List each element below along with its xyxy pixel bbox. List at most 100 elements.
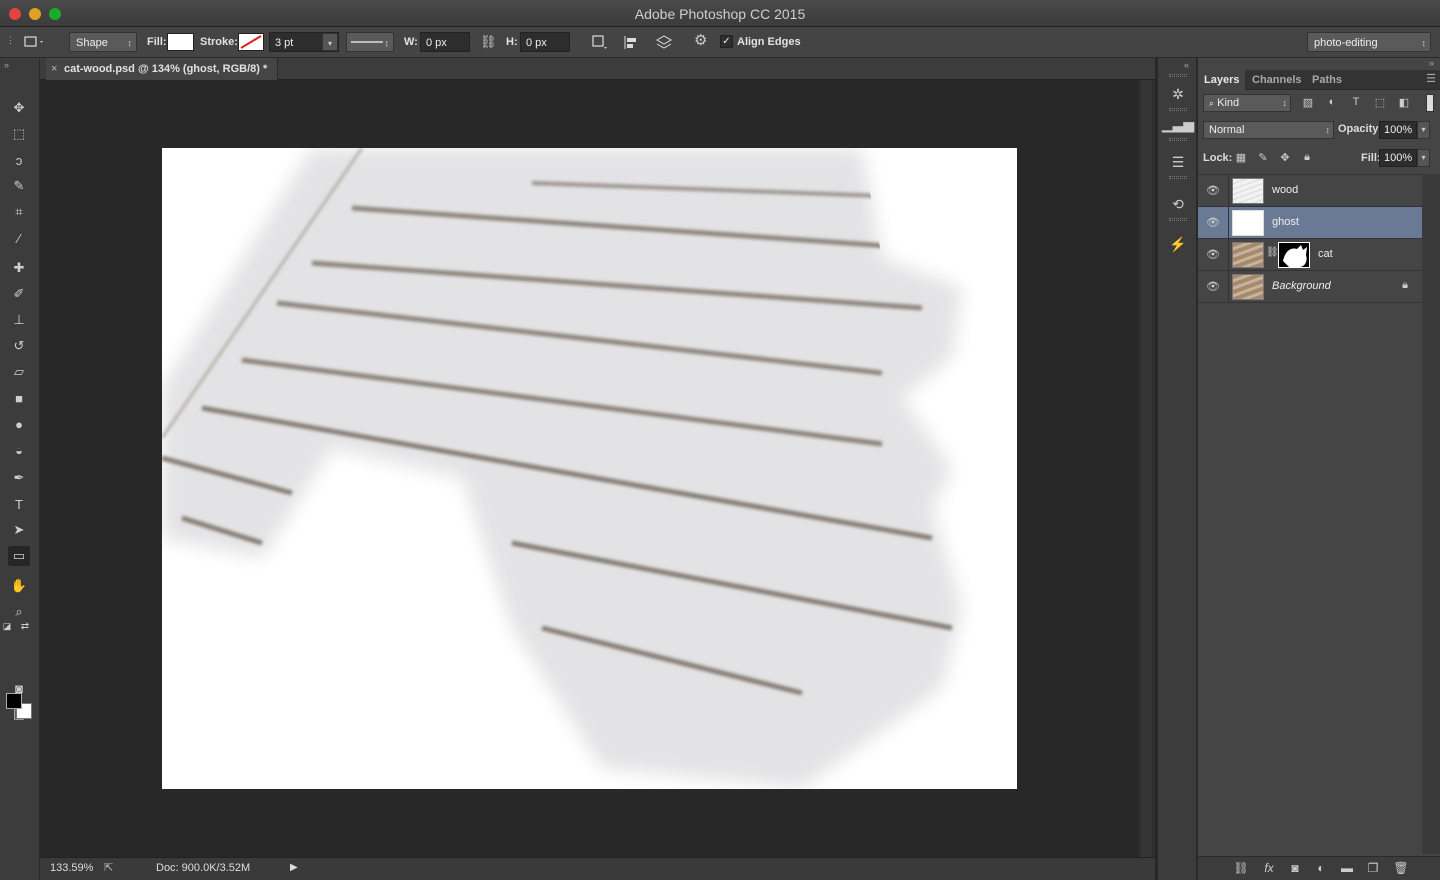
- hand-tool[interactable]: ✋: [8, 576, 30, 596]
- layer-row-wood[interactable]: 👁︎ wood: [1198, 175, 1422, 207]
- lasso-tool[interactable]: ↄ: [8, 150, 30, 170]
- collapse-tools-icon[interactable]: »: [4, 60, 9, 70]
- gradient-tool[interactable]: ■: [8, 388, 30, 408]
- brush-tool[interactable]: ✐: [8, 284, 30, 304]
- swap-colors-icon[interactable]: ⇄: [18, 616, 32, 636]
- tab-paths[interactable]: Paths: [1306, 70, 1348, 90]
- history-brush-tool[interactable]: ↺: [8, 336, 30, 356]
- tab-layers[interactable]: Layers: [1198, 70, 1246, 90]
- lock-image-pixels-icon[interactable]: ✎: [1256, 151, 1270, 165]
- trash-icon[interactable]: 🗑︎: [1392, 861, 1410, 877]
- pixel-filter-icon[interactable]: ▨: [1300, 96, 1316, 110]
- lock-transparent-pixels-icon[interactable]: ▦: [1234, 151, 1248, 165]
- new-layer-icon[interactable]: ❐: [1364, 861, 1382, 877]
- new-group-icon[interactable]: ▬: [1338, 861, 1356, 877]
- status-menu-arrow-icon[interactable]: ▶: [290, 862, 298, 873]
- healing-brush-tool[interactable]: ✚: [8, 258, 30, 278]
- zoom-level[interactable]: 133.59%: [50, 862, 93, 874]
- dock-grip[interactable]: [1169, 108, 1187, 111]
- close-document-icon[interactable]: ×: [51, 58, 57, 80]
- stroke-size-arrow-icon[interactable]: ▾: [322, 33, 338, 51]
- panel-menu-icon[interactable]: ☰: [1426, 72, 1436, 85]
- path-arrangement-icon[interactable]: [654, 34, 673, 50]
- blur-tool[interactable]: ●: [8, 414, 30, 434]
- collapse-dock-icon[interactable]: «: [1184, 60, 1189, 70]
- smart-object-filter-icon[interactable]: ◧: [1396, 96, 1412, 110]
- layer-thumbnail[interactable]: [1232, 178, 1264, 204]
- layer-filter-dropdown[interactable]: ⌕ Kind: [1203, 94, 1291, 112]
- add-mask-icon[interactable]: ◙: [1286, 861, 1304, 877]
- fill-swatch[interactable]: [167, 33, 194, 51]
- collapse-icon[interactable]: ⋮: [6, 30, 15, 50]
- default-colors-icon[interactable]: ◪: [0, 616, 14, 636]
- lock-all-icon[interactable]: 🔒︎: [1300, 151, 1314, 165]
- scroll-thumb[interactable]: [1141, 80, 1152, 857]
- shape-filter-icon[interactable]: ⬚: [1372, 96, 1388, 110]
- layer-thumbnail[interactable]: [1232, 274, 1264, 300]
- path-operations-icon[interactable]: [590, 34, 608, 50]
- rectangle-tool[interactable]: ▭: [8, 546, 30, 566]
- path-alignment-icon[interactable]: [622, 34, 640, 50]
- dodge-tool[interactable]: ◒: [8, 440, 30, 460]
- paths-panel-icon[interactable]: ⟲: [1168, 194, 1188, 214]
- dock-grip[interactable]: [1169, 138, 1187, 141]
- opacity-slider-arrow-icon[interactable]: ▾: [1417, 121, 1430, 139]
- dock-grip[interactable]: [1169, 74, 1187, 77]
- layer-name[interactable]: cat: [1318, 248, 1333, 260]
- eye-icon[interactable]: 👁︎: [1206, 184, 1220, 198]
- eyedropper-tool[interactable]: ⁄: [8, 228, 30, 248]
- layer-name[interactable]: wood: [1272, 184, 1298, 196]
- fill-field[interactable]: 100%: [1379, 149, 1417, 167]
- type-filter-icon[interactable]: T: [1348, 96, 1364, 110]
- quick-selection-tool[interactable]: ✎: [8, 176, 30, 196]
- eye-icon[interactable]: 👁︎: [1206, 280, 1220, 294]
- filter-toggle[interactable]: [1426, 94, 1434, 112]
- layer-row-background[interactable]: 👁︎ Background 🔒︎: [1198, 271, 1422, 303]
- align-edges-checkbox[interactable]: ✓: [720, 35, 733, 48]
- document-tab[interactable]: × cat-wood.psd @ 134% (ghost, RGB/8) *: [46, 58, 279, 80]
- eye-icon[interactable]: 👁︎: [1206, 248, 1220, 262]
- workspace-dropdown[interactable]: photo-editing: [1307, 32, 1431, 53]
- pen-tool[interactable]: ✒: [8, 468, 30, 488]
- layer-name[interactable]: Background: [1272, 280, 1331, 292]
- height-field[interactable]: 0 px: [520, 32, 570, 52]
- stroke-type-dropdown[interactable]: [346, 32, 394, 53]
- document-image[interactable]: [162, 148, 1017, 789]
- export-icon[interactable]: ⇱: [104, 861, 113, 874]
- layer-row-cat[interactable]: 👁︎ ⛓ cat: [1198, 239, 1422, 271]
- layer-mask-thumbnail[interactable]: [1278, 242, 1310, 268]
- marquee-tool[interactable]: ⬚: [8, 124, 30, 144]
- crop-tool[interactable]: ⌗: [8, 202, 30, 222]
- width-field[interactable]: 0 px: [420, 32, 470, 52]
- lock-position-icon[interactable]: ✥: [1278, 151, 1292, 165]
- blend-mode-dropdown[interactable]: Normal: [1203, 121, 1334, 139]
- layer-name[interactable]: ghost: [1272, 216, 1299, 228]
- vertical-scrollbar[interactable]: [1138, 80, 1155, 857]
- fill-slider-arrow-icon[interactable]: ▾: [1417, 149, 1430, 167]
- layer-thumbnail[interactable]: [1232, 210, 1264, 236]
- dock-grip[interactable]: [1169, 218, 1187, 221]
- tab-channels[interactable]: Channels: [1246, 70, 1308, 90]
- layer-row-ghost[interactable]: 👁︎ ghost: [1198, 207, 1422, 239]
- type-tool[interactable]: T: [8, 494, 30, 514]
- shape-mode-dropdown[interactable]: Shape: [69, 32, 137, 53]
- tool-preset-picker[interactable]: [22, 34, 43, 50]
- mask-link-icon[interactable]: ⛓: [1266, 247, 1279, 258]
- path-selection-tool[interactable]: ➤: [8, 520, 30, 540]
- adjustments-icon[interactable]: ⚡: [1168, 234, 1188, 254]
- properties-icon[interactable]: ☰: [1168, 152, 1188, 172]
- clone-stamp-tool[interactable]: ⊥: [8, 310, 30, 330]
- layers-scrollbar[interactable]: [1422, 174, 1440, 854]
- layer-thumbnail[interactable]: [1232, 242, 1264, 268]
- adjustment-layer-icon[interactable]: ◐: [1312, 861, 1330, 877]
- fx-icon[interactable]: fx: [1260, 861, 1278, 877]
- navigator-icon[interactable]: ✲: [1168, 84, 1188, 104]
- gear-icon[interactable]: ⚙: [694, 31, 707, 51]
- opacity-field[interactable]: 100%: [1379, 121, 1417, 139]
- eraser-tool[interactable]: ▱: [8, 362, 30, 382]
- stroke-swatch[interactable]: [238, 33, 264, 51]
- collapse-panel-icon[interactable]: »: [1429, 58, 1434, 68]
- adjustment-filter-icon[interactable]: ◐: [1324, 96, 1340, 110]
- move-tool[interactable]: ✥: [8, 98, 30, 118]
- link-dimensions-icon[interactable]: ⛓: [480, 32, 497, 52]
